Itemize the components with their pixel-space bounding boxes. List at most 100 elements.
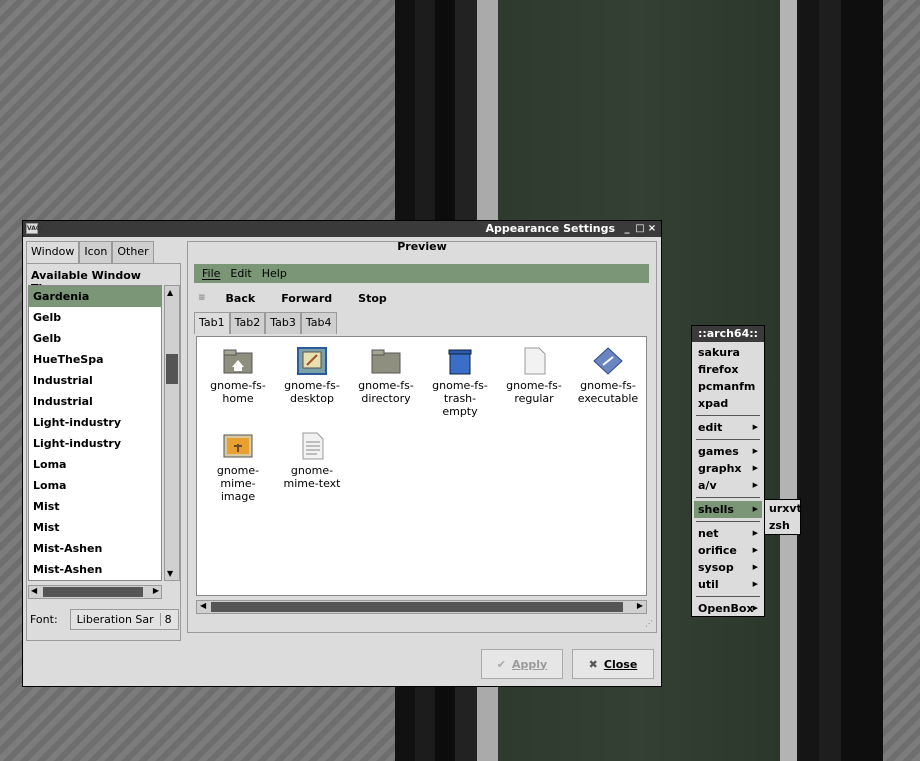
theme-list-item[interactable]: Loma: [29, 454, 161, 475]
tab-1[interactable]: Tab1: [194, 312, 230, 334]
scroll-up-icon[interactable]: ▲: [167, 288, 173, 297]
menu-separator: [692, 518, 764, 525]
menu-edit[interactable]: Edit: [230, 267, 251, 280]
submenu-arrow-icon: ▶: [752, 447, 758, 455]
font-picker-button[interactable]: Liberation Sar 8: [69, 609, 179, 630]
theme-list-item[interactable]: HueTheSpa: [29, 349, 161, 370]
tab-other[interactable]: Other: [112, 241, 154, 263]
icon-view-item[interactable]: gnome-fs-trash-empty: [423, 347, 497, 418]
submenu-item-zsh[interactable]: zsh: [765, 517, 800, 534]
icon-view-item[interactable]: gnome-mime-text: [275, 432, 349, 490]
submenu-item-urxvt[interactable]: urxvt: [765, 500, 802, 517]
themes-horizontal-scrollbar[interactable]: ◀ ▶: [28, 585, 162, 599]
scroll-down-icon[interactable]: ▼: [167, 569, 173, 578]
icon-view-item[interactable]: gnome-mime-image: [201, 432, 275, 503]
menu-item-label: pcmanfm: [698, 380, 756, 393]
openbox-menu-item[interactable]: graphx ▶: [694, 460, 762, 477]
openbox-menu-item[interactable]: net ▶: [694, 525, 762, 542]
submenu-arrow-icon: ▶: [752, 423, 758, 431]
window-titlebar[interactable]: VAO Appearance Settings _ □ ×: [23, 221, 661, 237]
minimize-icon[interactable]: _: [621, 222, 633, 235]
menu-help[interactable]: Help: [262, 267, 287, 280]
openbox-menu-item[interactable]: sakura: [694, 344, 762, 361]
theme-list-item[interactable]: Light-industry: [29, 433, 161, 454]
scroll-left-icon[interactable]: ◀: [31, 586, 37, 595]
menu-item-label: xpad: [698, 397, 729, 410]
theme-list-item[interactable]: Mist-Ashen: [29, 559, 161, 580]
openbox-menu-item[interactable]: xpad: [694, 395, 762, 412]
tab-window[interactable]: Window: [26, 241, 80, 264]
menu-file[interactable]: File: [202, 267, 220, 280]
theme-list-item[interactable]: Mist: [29, 496, 161, 517]
menu-separator: [692, 412, 764, 419]
openbox-menu-item[interactable]: util ▶: [694, 576, 762, 593]
openbox-menu-item[interactable]: firefox: [694, 361, 762, 378]
toolbar-grip-icon[interactable]: ≡: [198, 293, 206, 303]
theme-panel: Window Icon Other Available Window Theme…: [26, 241, 181, 641]
openbox-menu-item[interactable]: orifice ▶: [694, 542, 762, 559]
icon-label-line: desktop: [290, 392, 334, 405]
preview-menubar: File Edit Help: [194, 264, 649, 283]
icon-view-item[interactable]: gnome-fs-desktop: [275, 347, 349, 405]
tab-icon[interactable]: Icon: [79, 241, 113, 263]
file-icon: [519, 347, 549, 375]
close-icon[interactable]: ×: [646, 222, 658, 235]
text-file-icon: [297, 432, 327, 460]
forward-button[interactable]: Forward: [281, 292, 332, 305]
theme-list-item[interactable]: Industrial: [29, 370, 161, 391]
menu-item-label: orifice: [698, 544, 737, 557]
resize-grip-icon[interactable]: ⋰: [645, 619, 653, 628]
tab-2[interactable]: Tab2: [229, 312, 266, 334]
menu-separator: [692, 494, 764, 501]
submenu-arrow-icon: ▶: [752, 529, 758, 537]
themes-vertical-scrollbar[interactable]: ▲ ▼: [164, 285, 180, 581]
scroll-thumb[interactable]: [43, 587, 143, 597]
submenu-arrow-icon: ▶: [752, 505, 758, 513]
settings-tabs: Window Icon Other: [26, 241, 181, 264]
openbox-menu-item[interactable]: shells ▶: [694, 501, 762, 518]
stop-button[interactable]: Stop: [358, 292, 387, 305]
back-button[interactable]: Back: [226, 292, 256, 305]
menu-item-label: graphx: [698, 462, 742, 475]
theme-list-item[interactable]: Loma: [29, 475, 161, 496]
openbox-menu-item[interactable]: a/v ▶: [694, 477, 762, 494]
theme-list-item[interactable]: Mist: [29, 517, 161, 538]
theme-list-item[interactable]: Gardenia: [29, 286, 161, 307]
scroll-right-icon[interactable]: ▶: [153, 586, 159, 595]
icon-view-item[interactable]: gnome-fs-home: [201, 347, 275, 405]
scroll-left-icon[interactable]: ◀: [200, 601, 206, 610]
theme-list-item[interactable]: Mist-Ashen: [29, 538, 161, 559]
tab-4[interactable]: Tab4: [300, 312, 337, 334]
close-label: Close: [603, 657, 638, 671]
preview-title: Preview: [397, 240, 447, 253]
menu-item-label: firefox: [698, 363, 739, 376]
tab-3[interactable]: Tab3: [265, 312, 301, 334]
scroll-right-icon[interactable]: ▶: [637, 601, 643, 610]
theme-list-item[interactable]: Gelb: [29, 328, 161, 349]
maximize-icon[interactable]: □: [634, 222, 646, 235]
themes-list[interactable]: Gardenia Gelb Gelb HueTheSpa Industrial Indus…: [28, 285, 162, 581]
menu-item-label: games: [698, 445, 739, 458]
close-button[interactable]: ✖ Close: [572, 649, 654, 679]
openbox-menu-item[interactable]: games ▶: [694, 443, 762, 460]
openbox-menu-item[interactable]: pcmanfm: [694, 378, 762, 395]
theme-list-item[interactable]: Gelb: [29, 307, 161, 328]
scroll-thumb[interactable]: [166, 354, 178, 384]
window-title: Appearance Settings: [485, 222, 615, 235]
openbox-menu-item[interactable]: sysop ▶: [694, 559, 762, 576]
theme-list-item[interactable]: Industrial: [29, 391, 161, 412]
preview-horizontal-scrollbar[interactable]: ◀ ▶: [196, 600, 647, 614]
apply-button[interactable]: ✔ Apply: [481, 649, 563, 679]
icon-view-item[interactable]: gnome-fs-regular: [497, 347, 571, 405]
appearance-settings-window: VAO Appearance Settings _ □ × Window Ico…: [22, 220, 662, 687]
theme-list-item[interactable]: Light-industry: [29, 412, 161, 433]
icon-view-item[interactable]: gnome-fs-directory: [349, 347, 423, 405]
scroll-thumb[interactable]: [211, 602, 623, 612]
openbox-menu-item[interactable]: OpenBox ▶: [694, 600, 762, 617]
font-label: Font:: [30, 613, 58, 626]
icon-view-item[interactable]: gnome-fs-executable: [571, 347, 645, 405]
icon-label-line: gnome-fs-: [210, 379, 266, 392]
menu-item-label: edit: [698, 421, 723, 434]
openbox-menu-item[interactable]: edit ▶: [694, 419, 762, 436]
icon-label-line: gnome-: [290, 464, 334, 477]
